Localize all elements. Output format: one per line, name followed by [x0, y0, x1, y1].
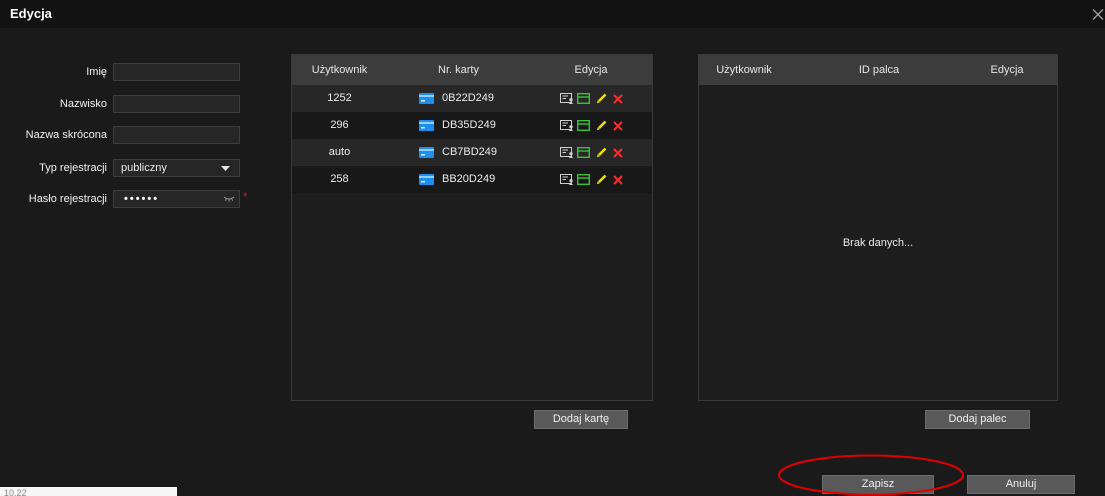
dialog-titlebar: Edycja [0, 0, 1105, 28]
cell-actions [530, 112, 652, 139]
save-button[interactable]: Zapisz [822, 475, 934, 494]
card-info-icon[interactable] [559, 93, 574, 104]
card-status-icon[interactable] [576, 120, 590, 131]
column-header-finger-id: ID palca [858, 64, 900, 76]
card-status-icon[interactable] [576, 174, 590, 185]
field-row-registration-type: Typ rejestracji publiczny [0, 159, 262, 177]
cards-table-header: Użytkownik Nr. karty Edycja [292, 55, 652, 85]
table-row[interactable]: 258 BB20D249 [292, 166, 652, 193]
card-icon [419, 120, 434, 131]
registration-password-field[interactable]: •••••• [113, 190, 240, 208]
last-name-input[interactable] [113, 95, 240, 113]
empty-state-text: Brak danych... [842, 236, 914, 249]
registration-type-value: publiczny [121, 162, 167, 174]
field-row-registration-password: Hasło rejestracji •••••• * [0, 190, 262, 208]
chevron-down-icon [221, 166, 230, 171]
cell-user: 1252 [327, 92, 352, 104]
registration-password-value: •••••• [124, 193, 160, 205]
table-row[interactable]: 1252 0B22D249 [292, 85, 652, 112]
last-name-label: Nazwisko [59, 98, 107, 110]
status-strip: 10.22 [0, 487, 177, 496]
cell-user: 258 [330, 173, 349, 185]
cancel-button[interactable]: Anuluj [967, 475, 1075, 494]
cell-user: 296 [330, 119, 349, 131]
registration-type-label: Typ rejestracji [39, 162, 107, 174]
cell-actions [530, 85, 652, 112]
card-icon [419, 174, 434, 185]
card-status-icon[interactable] [576, 93, 590, 104]
column-header-card-number: Nr. karty [438, 64, 479, 76]
fingerprint-table-header: Użytkownik ID palca Edycja [699, 55, 1057, 85]
card-number-text: CB7BD249 [442, 146, 498, 158]
short-name-input[interactable] [113, 126, 240, 144]
cell-user: auto [328, 146, 351, 158]
card-icon [419, 93, 434, 104]
cell-card-number: BB20D249 [387, 166, 530, 193]
registration-type-select[interactable]: publiczny [113, 159, 240, 177]
card-status-icon[interactable] [576, 147, 590, 158]
status-strip-text: 10.22 [4, 488, 27, 496]
cell-actions [530, 166, 652, 193]
registration-password-label: Hasło rejestracji [28, 193, 107, 205]
first-name-label: Imię [86, 66, 107, 78]
required-asterisk: * [243, 191, 248, 203]
card-info-icon[interactable] [559, 174, 574, 185]
card-icon [419, 147, 434, 158]
add-fingerprint-button[interactable]: Dodaj palec [925, 410, 1030, 429]
column-header-user: Użytkownik [311, 64, 368, 76]
delete-icon[interactable] [612, 147, 623, 158]
delete-icon[interactable] [612, 120, 623, 131]
cell-card-number: 0B22D249 [387, 85, 530, 112]
cards-table: Użytkownik Nr. karty Edycja 1252 0B22D24… [291, 54, 653, 401]
eye-closed-icon[interactable] [223, 196, 235, 202]
pencil-icon[interactable] [596, 174, 607, 185]
pencil-icon[interactable] [596, 147, 607, 158]
edit-dialog: Edycja Imię Nazwisko Nazwa skrócona Typ … [0, 0, 1105, 496]
column-header-edit: Edycja [990, 64, 1024, 76]
card-info-icon[interactable] [559, 147, 574, 158]
delete-icon[interactable] [612, 174, 623, 185]
delete-icon[interactable] [612, 93, 623, 104]
cell-card-number: DB35D249 [387, 112, 530, 139]
column-header-edit: Edycja [574, 64, 608, 76]
card-number-text: BB20D249 [442, 173, 496, 185]
pencil-icon[interactable] [596, 93, 607, 104]
fingerprint-table: Użytkownik ID palca Edycja Brak danych..… [698, 54, 1058, 401]
card-number-text: 0B22D249 [442, 92, 494, 104]
short-name-label: Nazwa skrócona [25, 129, 107, 141]
pencil-icon[interactable] [596, 120, 607, 131]
close-icon[interactable] [1092, 8, 1104, 21]
field-row-last-name: Nazwisko [0, 95, 262, 113]
card-number-text: DB35D249 [442, 119, 496, 131]
first-name-input[interactable] [113, 63, 240, 81]
cell-actions [530, 139, 652, 166]
table-row[interactable]: 296 DB35D249 [292, 112, 652, 139]
add-card-button[interactable]: Dodaj kartę [534, 410, 628, 429]
card-info-icon[interactable] [559, 120, 574, 131]
column-header-user: Użytkownik [716, 64, 772, 76]
field-row-first-name: Imię [0, 63, 262, 81]
cell-card-number: CB7BD249 [387, 139, 530, 166]
table-row[interactable]: auto CB7BD249 [292, 139, 652, 166]
field-row-short-name: Nazwa skrócona [0, 126, 262, 144]
page-title: Edycja [10, 6, 52, 21]
